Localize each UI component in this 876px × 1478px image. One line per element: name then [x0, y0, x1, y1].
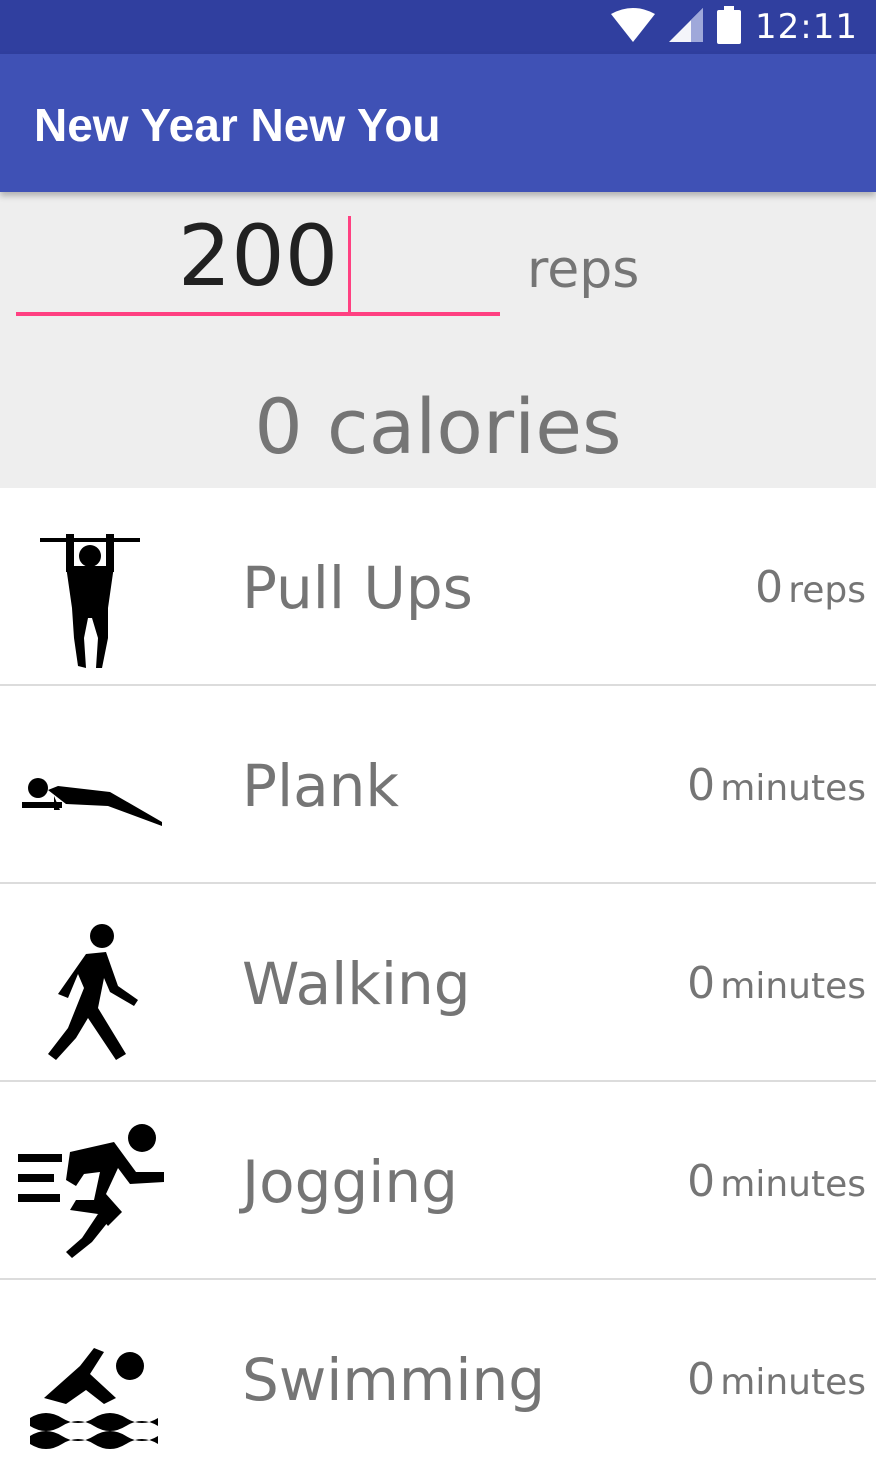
- amount-number: 0: [687, 760, 716, 811]
- amount-unit: minutes: [720, 1164, 866, 1205]
- plank-icon: [10, 706, 170, 866]
- app-bar: New Year New You: [0, 54, 876, 192]
- exercise-amount: 0 minutes: [687, 760, 866, 811]
- exercise-list: Pull Ups 0 reps Plank 0 minutes Walking …: [0, 488, 876, 1478]
- walking-icon: [10, 904, 170, 1064]
- status-icons: 12:11: [611, 0, 858, 54]
- amount-number: 0: [755, 562, 784, 613]
- amount-number: 0: [687, 1354, 716, 1405]
- exercise-amount: 0 minutes: [687, 1354, 866, 1405]
- exercise-name: Swimming: [242, 1346, 546, 1414]
- exercise-row-swimming[interactable]: Swimming 0 minutes: [0, 1280, 876, 1478]
- exercise-name: Pull Ups: [242, 554, 473, 622]
- exercise-amount: 0 minutes: [687, 958, 866, 1009]
- exercise-row-plank[interactable]: Plank 0 minutes: [0, 686, 876, 884]
- swimming-icon: [10, 1300, 170, 1460]
- amount-unit: minutes: [720, 966, 866, 1007]
- cell-signal-icon: [669, 7, 704, 47]
- wifi-icon: [611, 7, 656, 47]
- status-bar: 12:11: [0, 0, 876, 54]
- exercise-row-pull-ups[interactable]: Pull Ups 0 reps: [0, 488, 876, 686]
- amount-unit: minutes: [720, 1362, 866, 1403]
- calories-total: 0 calories: [254, 382, 622, 471]
- exercise-amount: 0 reps: [755, 562, 866, 613]
- exercise-name: Walking: [242, 950, 471, 1018]
- exercise-amount: 0 minutes: [687, 1156, 866, 1207]
- status-time: 12:11: [755, 7, 858, 47]
- amount-unit: reps: [788, 570, 866, 611]
- amount-number: 0: [687, 1156, 716, 1207]
- app-title: New Year New You: [34, 99, 441, 151]
- pull-up-icon: [10, 508, 170, 668]
- amount-unit: minutes: [720, 768, 866, 809]
- reps-input[interactable]: 200: [16, 206, 500, 308]
- exercise-row-jogging[interactable]: Jogging 0 minutes: [0, 1082, 876, 1280]
- exercise-name: Jogging: [242, 1148, 458, 1216]
- summary-panel: 200 reps 0 calories: [0, 192, 876, 488]
- exercise-name: Plank: [242, 752, 399, 820]
- amount-number: 0: [687, 958, 716, 1009]
- jogging-icon: [10, 1102, 170, 1262]
- text-cursor: [348, 216, 351, 312]
- reps-input-container[interactable]: 200: [16, 206, 500, 316]
- battery-icon: [717, 5, 742, 49]
- exercise-row-walking[interactable]: Walking 0 minutes: [0, 884, 876, 1082]
- reps-unit-label: reps: [527, 240, 640, 300]
